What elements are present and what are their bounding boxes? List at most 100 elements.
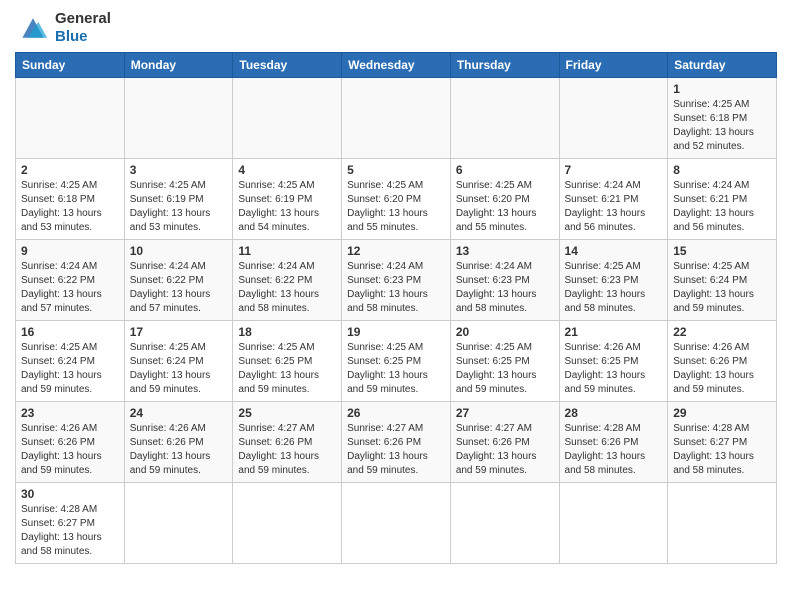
calendar-cell: 3 Sunrise: 4:25 AM Sunset: 6:19 PM Daylig… <box>124 159 233 240</box>
calendar-cell: 14Sunrise: 4:25 AM Sunset: 6:23 PM Dayli… <box>559 240 668 321</box>
day-info: Sunrise: 4:24 AM Sunset: 6:23 PM Dayligh… <box>347 260 445 316</box>
weekday-header-friday: Friday <box>559 53 668 78</box>
weekday-header-monday: Monday <box>124 53 233 78</box>
calendar-cell: 4Sunrise: 4:25 AM Sunset: 6:19 PM Daylig… <box>233 159 342 240</box>
day-info: Sunrise: 4:25 AM Sunset: 6:25 PM Dayligh… <box>347 341 445 397</box>
day-info: Sunrise: 4:25 AM Sunset: 6:19 PM Dayligh… <box>130 179 228 235</box>
day-number: 21 <box>565 325 663 339</box>
day-number: 17 <box>130 325 228 339</box>
day-info: Sunrise: 4:28 AM Sunset: 6:26 PM Dayligh… <box>565 422 663 478</box>
calendar-cell: 22 Sunrise: 4:26 AM Sunset: 6:26 PM Dayli… <box>668 321 777 402</box>
day-info: Sunrise: 4:27 AM Sunset: 6:26 PM Dayligh… <box>456 422 554 478</box>
header: General Blue <box>15 10 777 46</box>
day-number: 22 <box>673 325 771 339</box>
calendar-week-2: 9 Sunrise: 4:24 AM Sunset: 6:22 PM Daylig… <box>16 240 777 321</box>
day-number: 27 <box>456 406 554 420</box>
day-info: Sunrise: 4:24 AM Sunset: 6:22 PM Dayligh… <box>21 260 119 316</box>
calendar-cell <box>124 483 233 564</box>
calendar-cell: 29Sunrise: 4:28 AM Sunset: 6:27 PM Dayli… <box>668 402 777 483</box>
day-info: Sunrise: 4:27 AM Sunset: 6:26 PM Dayligh… <box>238 422 336 478</box>
day-number: 9 <box>21 244 119 258</box>
day-number: 5 <box>347 163 445 177</box>
calendar-header: SundayMondayTuesdayWednesdayThursdayFrid… <box>16 53 777 78</box>
calendar-cell <box>124 78 233 159</box>
calendar-cell <box>342 78 451 159</box>
day-number: 29 <box>673 406 771 420</box>
calendar-week-1: 2 Sunrise: 4:25 AM Sunset: 6:18 PM Daylig… <box>16 159 777 240</box>
calendar-cell <box>450 78 559 159</box>
day-info: Sunrise: 4:25 AM Sunset: 6:24 PM Dayligh… <box>21 341 119 397</box>
day-info: Sunrise: 4:25 AM Sunset: 6:24 PM Dayligh… <box>130 341 228 397</box>
day-number: 8 <box>673 163 771 177</box>
day-info: Sunrise: 4:24 AM Sunset: 6:22 PM Dayligh… <box>238 260 336 316</box>
calendar-cell: 15 Sunrise: 4:25 AM Sunset: 6:24 PM Dayli… <box>668 240 777 321</box>
calendar-cell: 26 Sunrise: 4:27 AM Sunset: 6:26 PM Dayli… <box>342 402 451 483</box>
calendar-cell: 18Sunrise: 4:25 AM Sunset: 6:25 PM Dayli… <box>233 321 342 402</box>
weekday-header-sunday: Sunday <box>16 53 125 78</box>
day-number: 11 <box>238 244 336 258</box>
calendar-week-0: 1 Sunrise: 4:25 AM Sunset: 6:18 PM Daylig… <box>16 78 777 159</box>
calendar-cell <box>16 78 125 159</box>
day-number: 28 <box>565 406 663 420</box>
calendar-cell: 8 Sunrise: 4:24 AM Sunset: 6:21 PM Daylig… <box>668 159 777 240</box>
day-number: 30 <box>21 487 119 501</box>
calendar-week-3: 16Sunrise: 4:25 AM Sunset: 6:24 PM Dayli… <box>16 321 777 402</box>
day-number: 1 <box>673 82 771 96</box>
day-info: Sunrise: 4:24 AM Sunset: 6:21 PM Dayligh… <box>565 179 663 235</box>
day-info: Sunrise: 4:26 AM Sunset: 6:26 PM Dayligh… <box>130 422 228 478</box>
calendar-week-5: 30 Sunrise: 4:28 AM Sunset: 6:27 PM Dayli… <box>16 483 777 564</box>
weekday-header-saturday: Saturday <box>668 53 777 78</box>
day-info: Sunrise: 4:25 AM Sunset: 6:24 PM Dayligh… <box>673 260 771 316</box>
day-info: Sunrise: 4:28 AM Sunset: 6:27 PM Dayligh… <box>21 503 119 559</box>
day-number: 14 <box>565 244 663 258</box>
calendar-cell: 30 Sunrise: 4:28 AM Sunset: 6:27 PM Dayli… <box>16 483 125 564</box>
day-number: 2 <box>21 163 119 177</box>
day-number: 23 <box>21 406 119 420</box>
calendar-cell <box>233 78 342 159</box>
weekday-header-wednesday: Wednesday <box>342 53 451 78</box>
logo-text: General Blue <box>55 10 111 46</box>
day-info: Sunrise: 4:24 AM Sunset: 6:21 PM Dayligh… <box>673 179 771 235</box>
calendar-cell <box>559 78 668 159</box>
calendar-cell: 17 Sunrise: 4:25 AM Sunset: 6:24 PM Dayli… <box>124 321 233 402</box>
calendar-cell <box>450 483 559 564</box>
logo: General Blue <box>15 10 111 46</box>
day-info: Sunrise: 4:25 AM Sunset: 6:20 PM Dayligh… <box>347 179 445 235</box>
logo-icon <box>15 13 51 43</box>
calendar-cell: 24 Sunrise: 4:26 AM Sunset: 6:26 PM Dayli… <box>124 402 233 483</box>
calendar-cell: 5 Sunrise: 4:25 AM Sunset: 6:20 PM Daylig… <box>342 159 451 240</box>
calendar-cell: 1 Sunrise: 4:25 AM Sunset: 6:18 PM Daylig… <box>668 78 777 159</box>
calendar-cell: 6Sunrise: 4:25 AM Sunset: 6:20 PM Daylig… <box>450 159 559 240</box>
day-info: Sunrise: 4:25 AM Sunset: 6:19 PM Dayligh… <box>238 179 336 235</box>
calendar-cell: 23 Sunrise: 4:26 AM Sunset: 6:26 PM Dayli… <box>16 402 125 483</box>
day-number: 24 <box>130 406 228 420</box>
day-number: 25 <box>238 406 336 420</box>
day-info: Sunrise: 4:26 AM Sunset: 6:26 PM Dayligh… <box>673 341 771 397</box>
calendar-cell: 25 Sunrise: 4:27 AM Sunset: 6:26 PM Dayli… <box>233 402 342 483</box>
day-number: 3 <box>130 163 228 177</box>
calendar-cell: 7 Sunrise: 4:24 AM Sunset: 6:21 PM Daylig… <box>559 159 668 240</box>
weekday-header-tuesday: Tuesday <box>233 53 342 78</box>
day-number: 19 <box>347 325 445 339</box>
day-info: Sunrise: 4:24 AM Sunset: 6:23 PM Dayligh… <box>456 260 554 316</box>
calendar-week-4: 23 Sunrise: 4:26 AM Sunset: 6:26 PM Dayli… <box>16 402 777 483</box>
calendar-cell: 10Sunrise: 4:24 AM Sunset: 6:22 PM Dayli… <box>124 240 233 321</box>
day-number: 26 <box>347 406 445 420</box>
calendar-cell: 11 Sunrise: 4:24 AM Sunset: 6:22 PM Dayli… <box>233 240 342 321</box>
calendar-cell <box>559 483 668 564</box>
calendar-cell: 20Sunrise: 4:25 AM Sunset: 6:25 PM Dayli… <box>450 321 559 402</box>
day-number: 12 <box>347 244 445 258</box>
day-number: 7 <box>565 163 663 177</box>
day-number: 15 <box>673 244 771 258</box>
day-info: Sunrise: 4:25 AM Sunset: 6:18 PM Dayligh… <box>673 98 771 154</box>
calendar-cell <box>342 483 451 564</box>
day-info: Sunrise: 4:26 AM Sunset: 6:26 PM Dayligh… <box>21 422 119 478</box>
calendar-cell: 19 Sunrise: 4:25 AM Sunset: 6:25 PM Dayli… <box>342 321 451 402</box>
day-number: 20 <box>456 325 554 339</box>
day-info: Sunrise: 4:27 AM Sunset: 6:26 PM Dayligh… <box>347 422 445 478</box>
day-info: Sunrise: 4:25 AM Sunset: 6:18 PM Dayligh… <box>21 179 119 235</box>
day-info: Sunrise: 4:25 AM Sunset: 6:25 PM Dayligh… <box>238 341 336 397</box>
calendar-cell <box>668 483 777 564</box>
day-info: Sunrise: 4:24 AM Sunset: 6:22 PM Dayligh… <box>130 260 228 316</box>
weekday-header-thursday: Thursday <box>450 53 559 78</box>
